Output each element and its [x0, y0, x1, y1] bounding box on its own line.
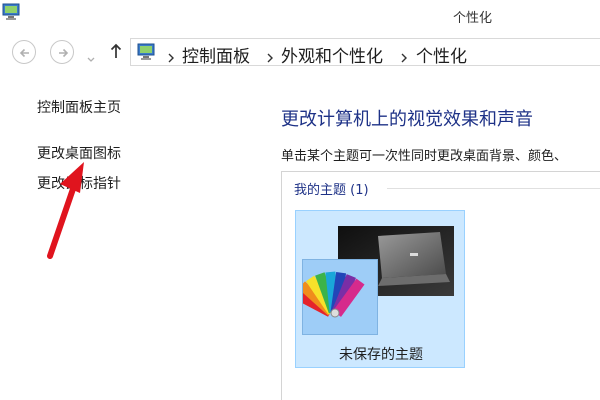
title-bar: 个性化 [0, 0, 600, 32]
red-arrow-annotation [47, 162, 84, 259]
breadcrumb-separator-icon[interactable] [266, 48, 274, 67]
page-description: 单击某个主题可一次性同时更改桌面背景、颜色、 [281, 149, 568, 164]
theme-list: 我的主题 (1) 未保存的主题 [281, 171, 600, 400]
color-palette-icon [292, 259, 378, 335]
breadcrumb-separator-icon[interactable] [400, 48, 408, 67]
my-themes-group-label: 我的主题 (1) [294, 183, 369, 198]
breadcrumb-separator-icon[interactable] [167, 48, 175, 67]
theme-name: 未保存的主题 [339, 347, 423, 363]
left-pane: 控制面板主页 更改桌面图标 更改鼠标指针 [0, 70, 270, 400]
group-divider [387, 188, 600, 189]
chevron-down-icon [87, 57, 95, 62]
forward-button[interactable] [50, 40, 74, 64]
address-bar[interactable]: 控制面板 外观和个性化 个性化 [130, 38, 600, 67]
back-arrow-icon [19, 48, 29, 58]
up-button[interactable] [109, 42, 123, 64]
breadcrumb-control-panel[interactable]: 控制面板 [182, 42, 250, 67]
navigation-bar: 控制面板 外观和个性化 个性化 [0, 32, 600, 70]
back-button[interactable] [12, 40, 36, 64]
theme-item-unsaved[interactable]: 未保存的主题 [292, 210, 465, 368]
up-arrow-icon [110, 43, 122, 58]
breadcrumb-personalization[interactable]: 个性化 [416, 42, 467, 67]
control-panel-icon [136, 43, 158, 65]
window-title: 个性化 [452, 11, 492, 26]
breadcrumb-appearance[interactable]: 外观和个性化 [281, 42, 383, 67]
control-panel-home-link[interactable]: 控制面板主页 [37, 97, 121, 117]
recent-locations-button[interactable] [87, 48, 95, 67]
page-heading: 更改计算机上的视觉效果和声音 [281, 109, 533, 130]
forward-arrow-icon [59, 48, 69, 58]
